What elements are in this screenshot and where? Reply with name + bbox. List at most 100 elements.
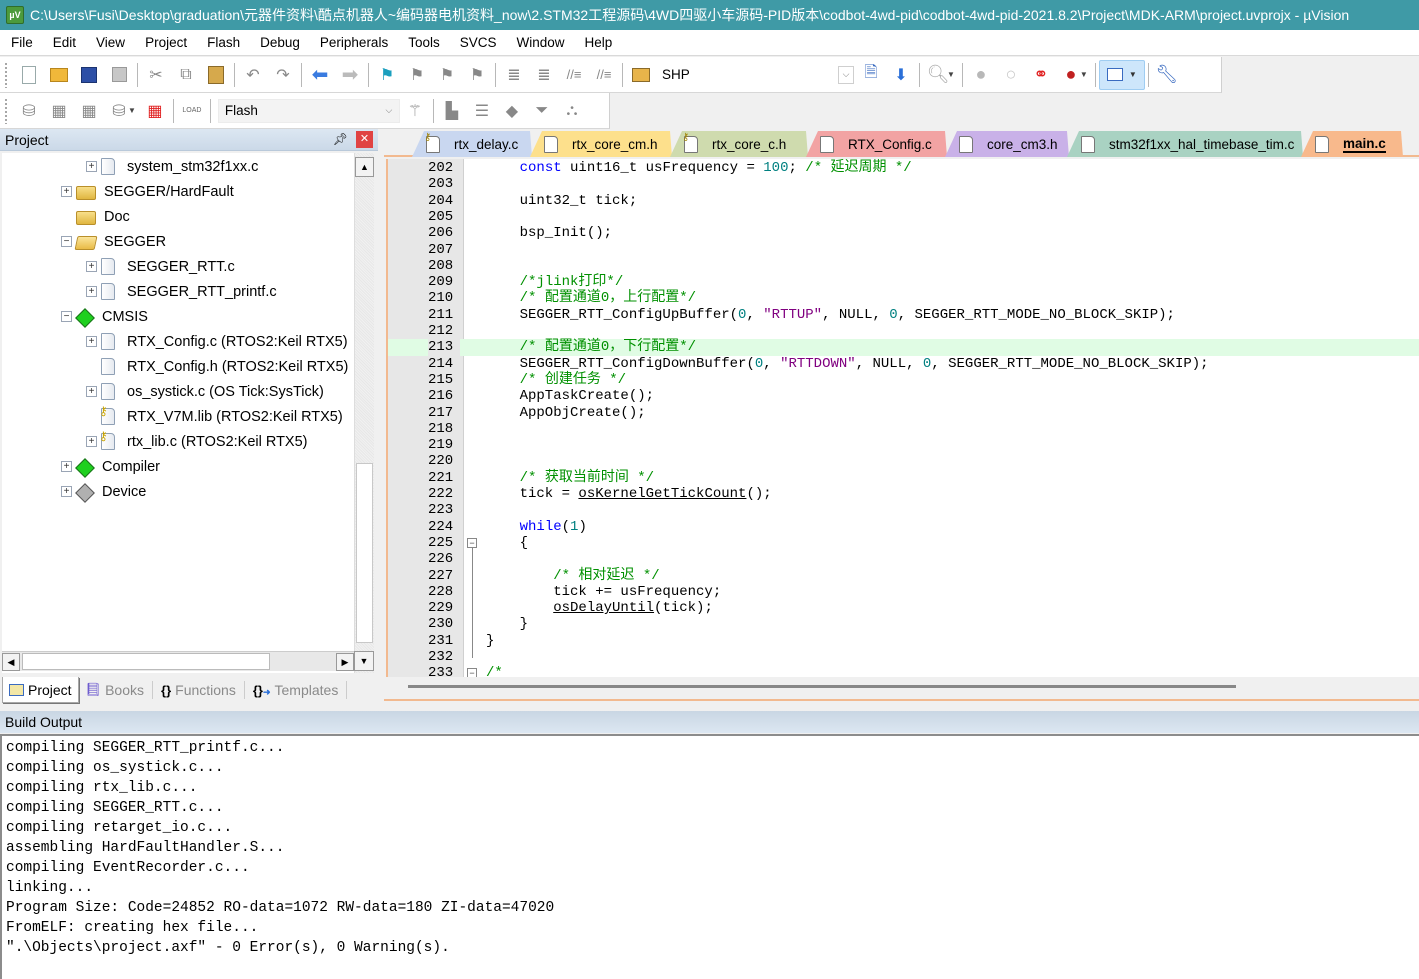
scroll-right-arrow-icon[interactable]: ▶: [336, 653, 354, 671]
new-file-button[interactable]: [14, 60, 44, 90]
tree-item[interactable]: + SEGGER_RTT_printf.c: [86, 279, 277, 304]
configure-button[interactable]: 🔧︎: [1152, 60, 1182, 90]
chevron-down-icon[interactable]: ▼: [947, 70, 955, 79]
chevron-down-icon[interactable]: ⌵: [838, 65, 854, 84]
menu-view[interactable]: View: [85, 35, 134, 50]
target-select[interactable]: Flash ⌵: [217, 98, 400, 123]
editor-tab[interactable]: main.c: [1301, 131, 1403, 157]
expand-icon[interactable]: +: [61, 461, 72, 472]
scrollbar-thumb[interactable]: [22, 653, 270, 670]
expand-icon[interactable]: +: [86, 161, 97, 172]
paste-button[interactable]: [201, 60, 231, 90]
find-button[interactable]: 🗎: [856, 60, 886, 90]
editor-tab[interactable]: rtx_core_cm.h: [530, 131, 672, 157]
navigate-forward-button[interactable]: ➡: [335, 60, 365, 90]
tab-functions[interactable]: {} Functions: [155, 677, 242, 703]
find-in-files-button[interactable]: [626, 60, 656, 90]
tree-item[interactable]: + system_stm32f1xx.c: [86, 154, 258, 179]
tree-item[interactable]: + Device: [61, 479, 146, 504]
scrollbar-thumb[interactable]: [356, 463, 373, 643]
chevron-down-icon[interactable]: ▼: [1080, 70, 1088, 79]
toolbar-grip[interactable]: [4, 61, 8, 88]
build-button[interactable]: ▦: [44, 96, 74, 126]
translate-button[interactable]: ⛁: [14, 96, 44, 126]
stop-build-button[interactable]: ▦: [140, 96, 170, 126]
expand-icon[interactable]: +: [86, 336, 97, 347]
tree-item[interactable]: + Compiler: [61, 454, 160, 479]
tree-item[interactable]: Doc: [61, 204, 130, 229]
close-icon[interactable]: ✕: [356, 131, 373, 148]
scroll-left-arrow-icon[interactable]: ◀: [2, 653, 20, 671]
redo-button[interactable]: ↷: [268, 60, 298, 90]
manage-multi-project-button[interactable]: ☰: [467, 96, 497, 126]
editor-tab[interactable]: ⚷ rtx_delay.c: [412, 131, 532, 157]
navigate-backward-button[interactable]: ⬅: [305, 60, 335, 90]
expand-icon[interactable]: +: [61, 186, 72, 197]
expand-icon[interactable]: +: [61, 486, 72, 497]
tree-item[interactable]: RTX_Config.h (RTOS2:Keil RTX5): [86, 354, 348, 379]
menu-tools[interactable]: Tools: [397, 35, 449, 50]
tree-vertical-scrollbar[interactable]: ▲: [354, 153, 374, 673]
open-file-button[interactable]: [44, 60, 74, 90]
tab-templates[interactable]: {}➜ Templates: [247, 677, 344, 703]
insert-breakpoint-button[interactable]: ●: [966, 60, 996, 90]
unindent-button[interactable]: ≣: [529, 60, 559, 90]
tree-item[interactable]: + RTX_Config.c (RTOS2:Keil RTX5): [86, 329, 348, 354]
comment-button[interactable]: //≡: [559, 60, 589, 90]
project-window-button[interactable]: ▼: [1098, 59, 1145, 90]
tree-item[interactable]: + os_systick.c (OS Tick:SysTick): [86, 379, 324, 404]
uncomment-button[interactable]: //≡: [589, 60, 619, 90]
scrollbar-thumb[interactable]: [408, 685, 1236, 688]
fold-collapse-icon[interactable]: −: [467, 668, 477, 677]
menu-edit[interactable]: Edit: [42, 35, 85, 50]
run-time-environment-button[interactable]: ◆: [497, 96, 527, 126]
editor-tab[interactable]: core_cm3.h: [945, 131, 1069, 157]
scroll-up-arrow-icon[interactable]: ▲: [355, 157, 374, 177]
download-button[interactable]: LOAD: [177, 96, 207, 126]
collapse-icon[interactable]: −: [61, 311, 72, 322]
tree-horizontal-scrollbar[interactable]: ◀ ▶: [2, 651, 354, 671]
save-button[interactable]: [74, 60, 104, 90]
file-extensions-button[interactable]: ▙: [437, 96, 467, 126]
editor-horizontal-scrollbar[interactable]: [386, 677, 1419, 695]
menu-flash[interactable]: Flash: [196, 35, 249, 50]
editor-tab[interactable]: RTX_Config.c: [806, 131, 947, 157]
collapse-icon[interactable]: −: [61, 236, 72, 247]
copy-button[interactable]: ⧉: [171, 60, 201, 90]
menu-help[interactable]: Help: [574, 35, 622, 50]
tab-project[interactable]: Project: [2, 677, 79, 703]
menu-svcs[interactable]: SVCS: [449, 35, 506, 50]
target-options-button[interactable]: ⚚: [400, 96, 430, 126]
enable-breakpoint-button[interactable]: ○: [996, 60, 1026, 90]
previous-bookmark-button[interactable]: ⚑: [402, 60, 432, 90]
tree-item[interactable]: + ⚷ rtx_lib.c (RTOS2:Keil RTX5): [86, 429, 308, 454]
build-output-window[interactable]: compiling SEGGER_RTT_printf.c... compilin…: [0, 734, 1419, 979]
expand-icon[interactable]: +: [86, 436, 97, 447]
incremental-find-button[interactable]: ⬇: [886, 60, 916, 90]
scroll-down-arrow-icon[interactable]: ▼: [354, 651, 374, 671]
editor-tab[interactable]: stm32f1xx_hal_timebase_tim.c: [1067, 131, 1303, 157]
tree-item[interactable]: + SEGGER/HardFault: [61, 179, 234, 204]
tree-item[interactable]: ⚷ RTX_V7M.lib (RTOS2:Keil RTX5): [86, 404, 343, 429]
tree-item[interactable]: − CMSIS: [61, 304, 148, 329]
expand-icon[interactable]: +: [86, 286, 97, 297]
expand-icon[interactable]: +: [86, 261, 97, 272]
editor-tab[interactable]: ⚷ rtx_core_c.h: [670, 131, 808, 157]
tree-item[interactable]: + SEGGER_RTT.c: [86, 254, 235, 279]
pack-installer-button[interactable]: ⛬: [557, 96, 587, 126]
menu-peripherals[interactable]: Peripherals: [309, 35, 397, 50]
select-software-packs-button[interactable]: ⏷: [527, 96, 557, 126]
pin-icon[interactable]: 📌︎: [333, 132, 348, 146]
undo-button[interactable]: ↶: [238, 60, 268, 90]
menu-file[interactable]: File: [0, 35, 42, 50]
code-editor[interactable]: 202 const uint16_t usFrequency = 100; /*…: [386, 159, 1419, 677]
next-bookmark-button[interactable]: ⚑: [432, 60, 462, 90]
indent-button[interactable]: ≣: [499, 60, 529, 90]
menu-window[interactable]: Window: [505, 35, 573, 50]
fold-collapse-icon[interactable]: −: [467, 537, 477, 548]
expand-icon[interactable]: +: [86, 386, 97, 397]
tree-item[interactable]: − SEGGER: [61, 229, 166, 254]
menu-debug[interactable]: Debug: [249, 35, 309, 50]
disable-all-breakpoints-button[interactable]: ⚭: [1026, 60, 1056, 90]
rebuild-button[interactable]: ▦: [74, 96, 104, 126]
